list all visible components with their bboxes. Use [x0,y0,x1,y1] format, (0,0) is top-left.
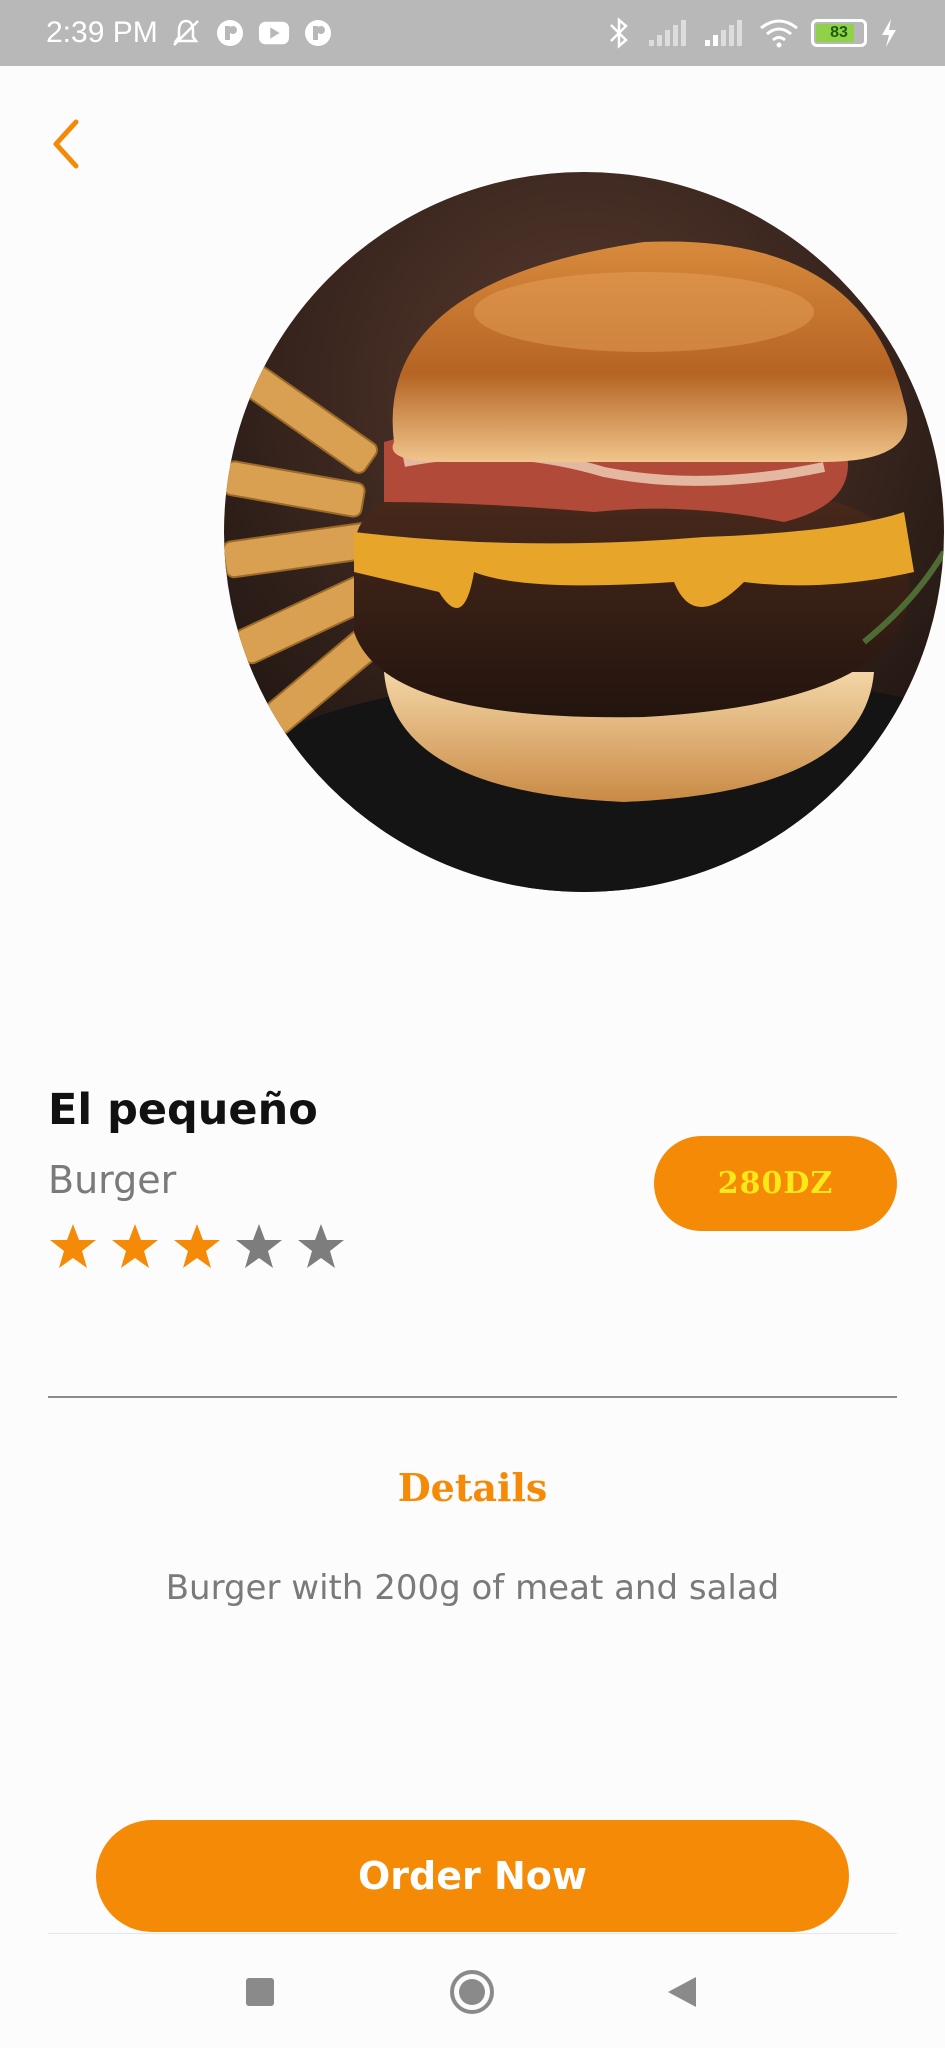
bluetooth-icon [603,17,635,49]
status-left: 2:39 PM [46,16,334,50]
app-notification-icon [214,17,246,49]
youtube-icon [258,17,290,49]
rating-stars [48,1222,346,1272]
star-filled-icon [50,1224,96,1268]
details-heading: Details [397,1465,548,1510]
charging-icon [879,17,899,49]
product-name: El pequeño [48,1085,318,1135]
app-notification-icon [302,17,334,49]
system-back-button[interactable] [654,1964,710,2020]
details-description: Burger with 200g of meat and salad [165,1568,780,1608]
battery-level: 83 [830,24,848,41]
chevron-left-icon [53,119,79,169]
home-button[interactable] [444,1964,500,2020]
star-filled-icon [174,1224,220,1268]
price-badge: 280DZ [654,1136,897,1231]
order-now-label: Order Now [357,1854,587,1898]
back-button[interactable] [40,112,92,176]
section-divider [48,1396,897,1398]
status-right: 83 [603,17,899,49]
status-bar: 2:39 PM 83 [0,0,945,66]
system-navigation-bar [0,1934,945,2048]
signal-icon [647,17,691,49]
product-category: Burger [48,1158,177,1202]
battery-icon: 83 [811,19,867,47]
star-empty-icon [298,1224,344,1268]
star-filled-icon [112,1224,158,1268]
mute-notification-icon [170,17,202,49]
status-time: 2:39 PM [46,16,158,49]
triangle-left-icon [668,1977,696,2007]
square-icon [246,1978,274,2006]
recent-apps-button[interactable] [232,1964,288,2020]
star-empty-icon [236,1224,282,1268]
price-label: 280DZ [717,1166,834,1201]
product-image [224,172,944,892]
signal-icon [703,17,747,49]
circle-icon [450,1970,494,2014]
wifi-icon [759,17,799,49]
order-now-button[interactable]: Order Now [96,1820,849,1932]
